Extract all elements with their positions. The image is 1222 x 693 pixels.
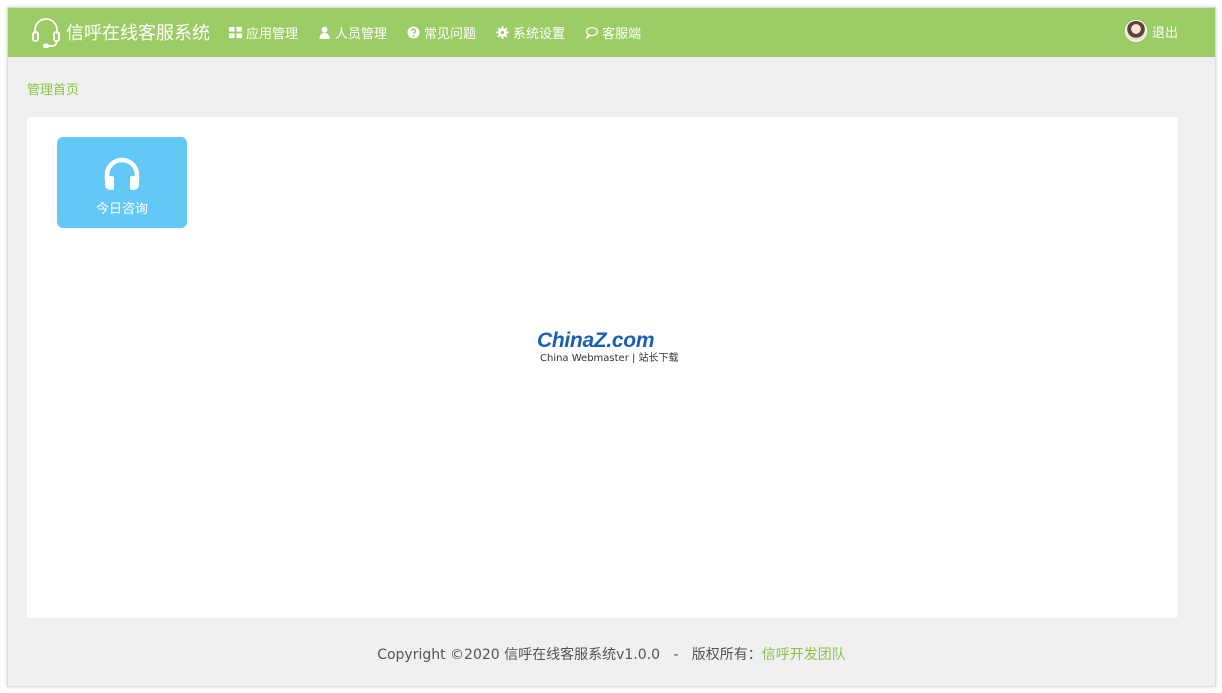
nav-item-faq[interactable]: 常见问题: [407, 23, 476, 42]
watermark-z: Z: [593, 329, 607, 352]
page-footer: Copyright ©2020 信呼在线客服系统v1.0.0 - 版权所有：信呼…: [8, 644, 1215, 664]
logout-label: 退出: [1151, 25, 1178, 41]
user-icon: [319, 26, 330, 39]
gear-icon: [496, 26, 509, 39]
nav-item-settings[interactable]: 系统设置: [496, 23, 565, 42]
copyright-text: Copyright ©2020 信呼在线客服系统v1.0.0 - 版权所有：: [377, 647, 762, 663]
brand-link[interactable]: 信呼在线客服系统: [30, 16, 210, 48]
watermark-china: China: [537, 329, 594, 352]
app-window: 信呼在线客服系统 应用管理 人员管理 常见问题 系统设置 客服端 退出 管理首页…: [7, 7, 1216, 687]
app-title: 信呼在线客服系统: [66, 23, 210, 44]
nav-item-label: 系统设置: [513, 27, 566, 42]
headphones-icon: [104, 157, 140, 190]
watermark-subtitle: China Webmaster | 站长下载: [540, 353, 679, 364]
watermark-wordmark: ChinaZ.com: [537, 329, 687, 353]
grid-icon: [229, 26, 242, 39]
chat-bubble-icon: [585, 26, 599, 39]
main-nav: 应用管理 人员管理 常见问题 系统设置 客服端: [229, 8, 661, 57]
nav-item-label: 人员管理: [335, 27, 388, 42]
tile-label: 今日咨询: [95, 202, 148, 217]
chinaz-watermark-logo: ChinaZ.com China Webmaster | 站长下载: [537, 329, 687, 369]
today-consultations-tile[interactable]: 今日咨询: [57, 137, 187, 228]
nav-item-label: 常见问题: [424, 27, 477, 42]
avatar: [1124, 20, 1147, 42]
nav-item-agent-client[interactable]: 客服端: [585, 23, 641, 42]
nav-item-label: 应用管理: [246, 27, 299, 42]
headset-logo-icon: [32, 18, 60, 48]
nav-item-apps[interactable]: 应用管理: [229, 23, 298, 42]
breadcrumb[interactable]: 管理首页: [27, 79, 79, 98]
question-circle-icon: [407, 26, 420, 39]
dashboard-panel: 今日咨询 ChinaZ.com China Webmaster | 站长下载: [27, 117, 1178, 618]
logout-button[interactable]: 退出: [1124, 20, 1178, 42]
top-navbar: 信呼在线客服系统 应用管理 人员管理 常见问题 系统设置 客服端 退出: [8, 8, 1215, 57]
dev-team-link[interactable]: 信呼开发团队: [762, 647, 846, 663]
nav-item-staff[interactable]: 人员管理: [318, 23, 387, 42]
watermark-com: .com: [606, 329, 655, 352]
nav-item-label: 客服端: [602, 27, 642, 42]
